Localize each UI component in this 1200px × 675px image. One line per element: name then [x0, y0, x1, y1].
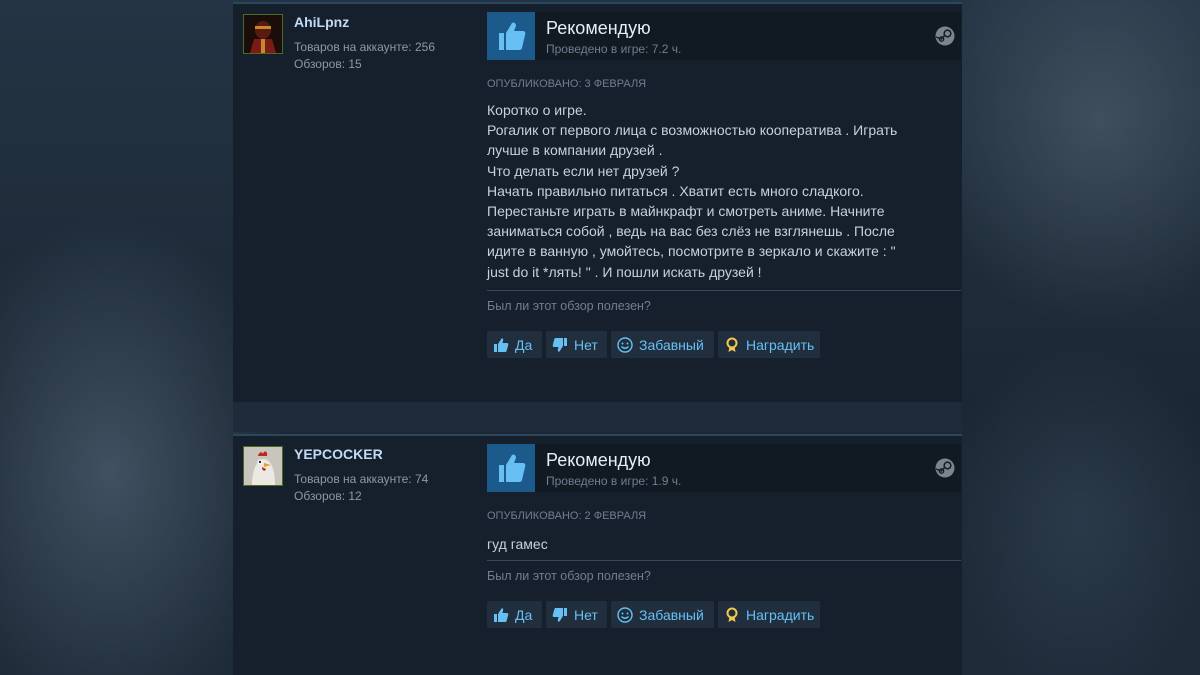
thumbs-up-icon: [492, 606, 510, 624]
vote-funny-button[interactable]: Забавный: [611, 601, 714, 628]
vote-header[interactable]: Рекомендую Проведено в игре: 7.2 ч.: [487, 12, 961, 60]
review-separator: [233, 402, 962, 432]
thumbs-up-icon: [492, 336, 510, 354]
vote-no-button[interactable]: Нет: [546, 601, 607, 628]
vote-funny-label: Забавный: [639, 606, 704, 623]
steam-icon: [935, 458, 955, 478]
author-reviews-count[interactable]: Обзоров: 12: [294, 489, 362, 503]
vote-yes-button[interactable]: Да: [487, 601, 542, 628]
review-text-line: Рогалик от первого лица с возможностью к…: [487, 122, 898, 139]
thumbs-down-icon: [551, 336, 569, 354]
review-text-line: Что делать если нет друзей ?: [487, 162, 680, 179]
vote-yes-button[interactable]: Да: [487, 331, 542, 358]
review-text-line: Начать правильно питаться . Хватит есть …: [487, 182, 864, 199]
verdict-title: Рекомендую: [546, 450, 651, 470]
award-button[interactable]: Наградить: [718, 601, 820, 628]
review-text-line: заниматься собой , ведь на вас без слёз …: [487, 223, 895, 240]
author-products-count[interactable]: Товаров на аккаунте: 74: [294, 472, 428, 486]
author-name[interactable]: YEPCOCKER: [294, 446, 383, 462]
smiley-icon: [616, 336, 634, 354]
thumbs-up-icon: [487, 444, 535, 492]
vote-funny-button[interactable]: Забавный: [611, 331, 714, 358]
review-text-line: Перестаньте играть в майнкрафт и смотрет…: [487, 203, 885, 220]
playtime: Проведено в игре: 1.9 ч.: [546, 474, 682, 488]
review-text-line: Коротко о игре.: [487, 102, 587, 118]
review-text-line: идите в ванную , умойтесь, посмотрите в …: [487, 243, 896, 260]
helpful-question: Был ли этот обзор полезен?: [487, 569, 651, 583]
author-name[interactable]: AhiLpnz: [294, 14, 349, 30]
review-card: YEPCOCKER Товаров на аккаунте: 74 Обзоро…: [233, 434, 962, 675]
award-icon: [723, 606, 741, 624]
award-icon: [723, 336, 741, 354]
author-products-count[interactable]: Товаров на аккаунте: 256: [294, 40, 435, 54]
helpful-question: Был ли этот обзор полезен?: [487, 299, 651, 313]
vote-header[interactable]: Рекомендую Проведено в игре: 1.9 ч.: [487, 444, 961, 492]
vote-buttons: Да Нет Забавный Наградить: [487, 601, 962, 628]
reviews-column: AhiLpnz Товаров на аккаунте: 256 Обзоров…: [233, 0, 962, 675]
avatar[interactable]: [243, 14, 283, 54]
vote-no-button[interactable]: Нет: [546, 331, 607, 358]
divider: [487, 560, 961, 561]
review-body: Рекомендую Проведено в игре: 1.9 ч. ОПУБ…: [487, 444, 962, 628]
posted-date: ОПУБЛИКОВАНО: 3 ФЕВРАЛЯ: [487, 78, 647, 90]
steam-icon: [935, 26, 955, 46]
thumbs-down-icon: [551, 606, 569, 624]
thumbs-up-icon: [487, 12, 535, 60]
award-label: Наградить: [746, 336, 815, 353]
author-reviews-count[interactable]: Обзоров: 15: [294, 57, 362, 71]
review-text: гуд гамес: [487, 534, 957, 560]
vote-no-label: Нет: [574, 336, 598, 353]
playtime: Проведено в игре: 7.2 ч.: [546, 42, 682, 56]
review-text: Коротко о игре. Рогалик от первого лица …: [487, 100, 957, 290]
vote-yes-label: Да: [515, 606, 533, 623]
award-button[interactable]: Наградить: [718, 331, 820, 358]
review-body: Рекомендую Проведено в игре: 7.2 ч. ОПУБ…: [487, 12, 962, 358]
review-card: AhiLpnz Товаров на аккаунте: 256 Обзоров…: [233, 2, 962, 404]
review-text-line: гуд гамес: [487, 536, 548, 552]
review-text-line: just do it *лять! " . И пошли искать дру…: [487, 263, 762, 280]
vote-buttons: Да Нет Забавный Наградить: [487, 331, 962, 358]
divider: [487, 290, 961, 291]
smiley-icon: [616, 606, 634, 624]
review-text-line: лучше в компании друзей .: [487, 142, 663, 159]
verdict-title: Рекомендую: [546, 18, 651, 38]
avatar[interactable]: [243, 446, 283, 486]
vote-no-label: Нет: [574, 606, 598, 623]
posted-date: ОПУБЛИКОВАНО: 2 ФЕВРАЛЯ: [487, 510, 647, 522]
vote-funny-label: Забавный: [639, 336, 704, 353]
vote-yes-label: Да: [515, 336, 533, 353]
award-label: Наградить: [746, 606, 815, 623]
